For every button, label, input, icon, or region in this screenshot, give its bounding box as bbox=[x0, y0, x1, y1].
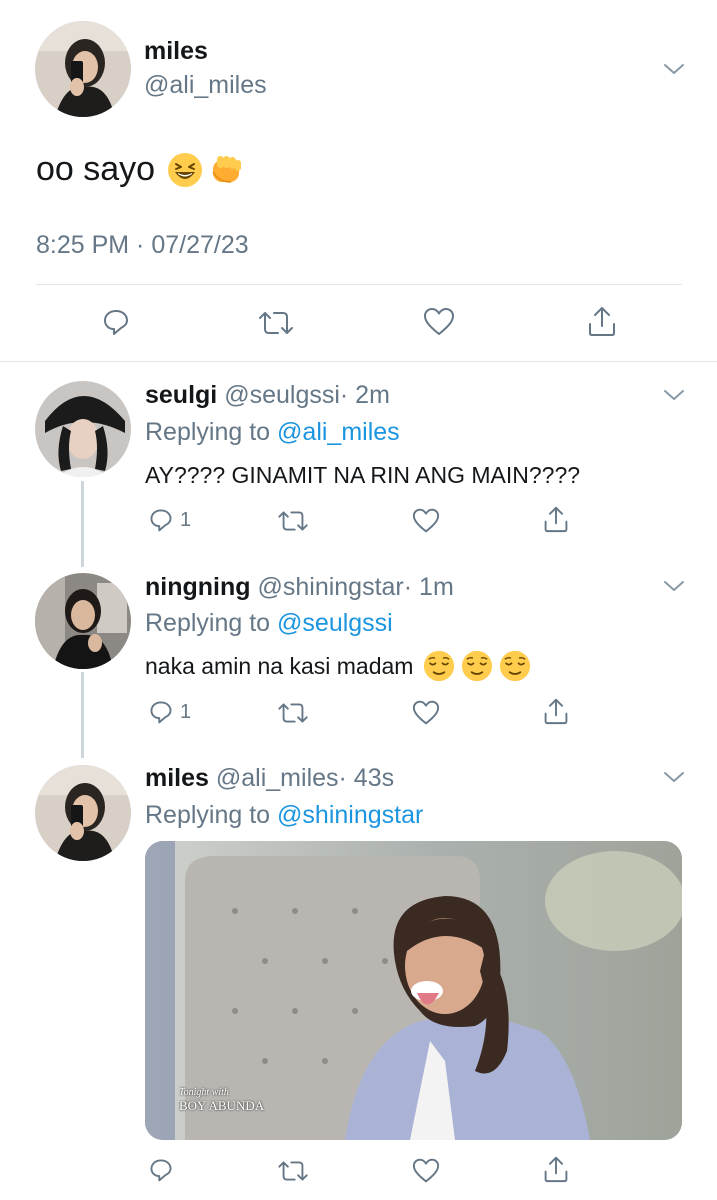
share-button[interactable] bbox=[543, 505, 569, 533]
media-caption: Tonight with BOY ABUNDA bbox=[179, 1086, 264, 1112]
retweet-icon bbox=[278, 703, 308, 723]
replying-to: Replying to @shiningstar bbox=[145, 801, 423, 830]
reply-count: 1 bbox=[180, 508, 192, 531]
reply-icon bbox=[150, 509, 172, 532]
handle[interactable]: @ali_miles bbox=[216, 764, 339, 792]
mention-link[interactable]: @seulgssi bbox=[277, 609, 393, 637]
chevron-down-icon[interactable] bbox=[663, 770, 685, 784]
reply-button[interactable]: 1 bbox=[148, 507, 191, 533]
avatar[interactable] bbox=[35, 381, 131, 477]
reply-icon bbox=[150, 1159, 172, 1182]
reply-button[interactable] bbox=[101, 307, 131, 337]
share-icon bbox=[544, 1156, 568, 1183]
avatar[interactable] bbox=[35, 573, 131, 669]
like-button[interactable] bbox=[412, 700, 440, 726]
caption-large: BOY ABUNDA bbox=[179, 1098, 265, 1113]
reply-header: miles @ali_miles· 43s bbox=[145, 764, 394, 793]
mention-link[interactable]: @shiningstar bbox=[277, 801, 423, 829]
retweet-button[interactable] bbox=[277, 1159, 309, 1183]
reply-age: · 2m bbox=[339, 381, 390, 409]
reply-text: AY???? GINAMIT NA RIN ANG MAIN???? bbox=[145, 462, 581, 488]
divider bbox=[0, 361, 717, 362]
reply-age: · 1m bbox=[403, 573, 454, 601]
replying-to: Replying to @ali_miles bbox=[145, 418, 400, 447]
thread-line bbox=[81, 481, 84, 567]
chevron-down-icon[interactable] bbox=[663, 62, 685, 76]
relieved-face-icon bbox=[499, 650, 531, 682]
share-icon bbox=[589, 307, 615, 336]
fist-bump-icon bbox=[209, 152, 245, 188]
display-name[interactable]: seulgi bbox=[145, 381, 217, 409]
retweet-icon bbox=[259, 312, 293, 334]
heart-icon bbox=[412, 508, 440, 533]
reply-icon bbox=[150, 701, 172, 724]
laughing-face-icon bbox=[167, 152, 203, 188]
display-name[interactable]: miles bbox=[144, 37, 208, 66]
avatar[interactable] bbox=[35, 21, 131, 117]
chevron-down-icon[interactable] bbox=[663, 388, 685, 402]
heart-icon bbox=[412, 1158, 440, 1183]
relieved-face-icon bbox=[423, 650, 455, 682]
handle[interactable]: @seulgssi bbox=[224, 381, 340, 409]
reply-header: seulgi @seulgssi· 2m bbox=[145, 381, 390, 410]
handle[interactable]: @ali_miles bbox=[144, 71, 267, 100]
retweet-button[interactable] bbox=[258, 309, 294, 337]
mention-link[interactable]: @ali_miles bbox=[277, 418, 400, 446]
share-button[interactable] bbox=[587, 305, 617, 337]
tweet-text-content: oo sayo bbox=[36, 150, 156, 188]
tweet-text: oo sayo bbox=[36, 150, 245, 189]
thread-line bbox=[81, 672, 84, 758]
reply-count: 1 bbox=[180, 700, 192, 723]
replying-prefix: Replying to bbox=[145, 609, 278, 637]
handle[interactable]: @shiningstar bbox=[257, 573, 403, 601]
reply-icon bbox=[104, 310, 128, 335]
like-button[interactable] bbox=[412, 1158, 440, 1184]
reply-button[interactable]: 1 bbox=[148, 699, 191, 725]
reply-text-content: naka amin na kasi madam bbox=[145, 652, 414, 679]
display-name[interactable]: ningning bbox=[145, 573, 251, 601]
reply-button[interactable] bbox=[148, 1157, 174, 1183]
replying-prefix: Replying to bbox=[145, 418, 278, 446]
heart-icon bbox=[412, 700, 440, 725]
retweet-button[interactable] bbox=[277, 701, 309, 725]
chevron-down-icon[interactable] bbox=[663, 579, 685, 593]
share-button[interactable] bbox=[543, 1155, 569, 1183]
share-icon bbox=[544, 698, 568, 725]
share-button[interactable] bbox=[543, 697, 569, 725]
retweet-icon bbox=[278, 511, 308, 531]
avatar[interactable] bbox=[35, 765, 131, 861]
relieved-face-icon bbox=[461, 650, 493, 682]
reply-age: · 43s bbox=[338, 764, 395, 792]
reply-text: naka amin na kasi madam bbox=[145, 650, 531, 682]
divider bbox=[36, 284, 682, 285]
retweet-icon bbox=[278, 1161, 308, 1181]
share-icon bbox=[544, 506, 568, 533]
tweet-timestamp: 8:25 PM · 07/27/23 bbox=[36, 231, 249, 259]
replying-prefix: Replying to bbox=[145, 801, 278, 829]
main-tweet: miles @ali_miles oo sayo 8:25 PM · 07/27… bbox=[0, 0, 717, 362]
like-button[interactable] bbox=[412, 508, 440, 534]
like-button[interactable] bbox=[423, 307, 455, 337]
media-image[interactable]: Tonight with BOY ABUNDA bbox=[145, 841, 682, 1140]
heart-icon bbox=[424, 308, 454, 335]
retweet-button[interactable] bbox=[277, 509, 309, 533]
replying-to: Replying to @seulgssi bbox=[145, 609, 393, 638]
display-name[interactable]: miles bbox=[145, 764, 209, 792]
reply-header: ningning @shiningstar· 1m bbox=[145, 573, 454, 602]
